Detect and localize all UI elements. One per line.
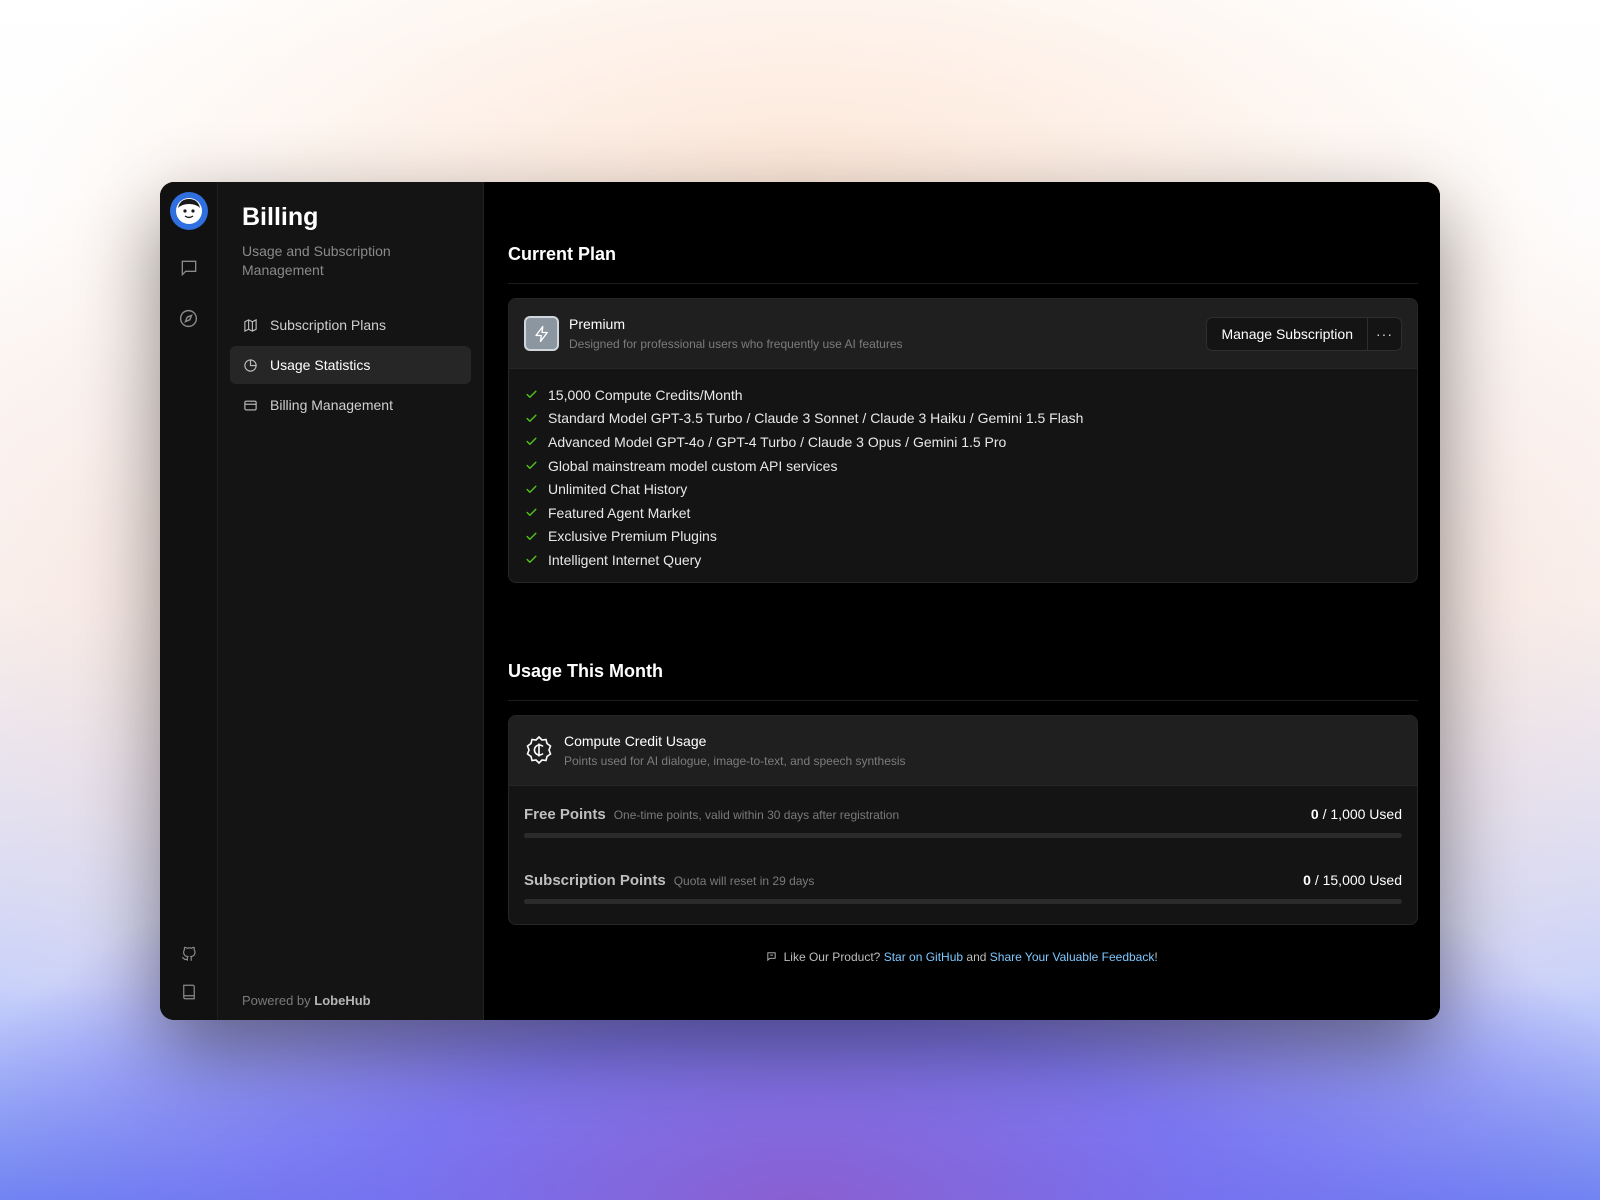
usage-total: / 15,000 Used bbox=[1310, 871, 1402, 888]
plan-card-header: Premium Designed for professional users … bbox=[509, 299, 1417, 369]
usage-progress-bar bbox=[524, 898, 1402, 904]
app-window: Billing Usage and Subscription Managemen… bbox=[160, 182, 1440, 1020]
check-icon bbox=[525, 459, 538, 472]
feedback-prefix: Like Our Product? bbox=[783, 950, 881, 964]
feature-item: 15,000 Compute Credits/Month bbox=[525, 383, 1417, 407]
feature-text: 15,000 Compute Credits/Month bbox=[548, 386, 743, 403]
sidebar-item-label: Usage Statistics bbox=[270, 357, 371, 373]
powered-by-prefix: Powered by bbox=[242, 993, 311, 1008]
message-icon bbox=[766, 951, 777, 962]
share-feedback-link[interactable]: Share Your Valuable Feedback bbox=[990, 950, 1155, 964]
check-icon bbox=[525, 483, 538, 496]
divider bbox=[508, 699, 1418, 701]
current-plan-title: Current Plan bbox=[508, 244, 617, 264]
feedback-middle: and bbox=[966, 950, 987, 964]
usage-row: Free Points One-time points, valid within… bbox=[524, 786, 1402, 838]
check-icon bbox=[525, 530, 538, 543]
feature-text: Exclusive Premium Plugins bbox=[548, 528, 717, 545]
icon-rail bbox=[160, 182, 218, 1020]
feature-item: Unlimited Chat History bbox=[525, 477, 1417, 501]
check-icon bbox=[525, 435, 538, 448]
usage-row: Subscription Points Quota will reset in 2… bbox=[524, 838, 1402, 904]
feature-item: Exclusive Premium Plugins bbox=[525, 525, 1417, 549]
avatar-face-icon bbox=[175, 198, 202, 224]
check-icon bbox=[525, 506, 538, 519]
map-icon bbox=[242, 317, 258, 333]
plan-card: Premium Designed for professional users … bbox=[508, 298, 1418, 583]
usage-card-header: Compute Credit Usage Points used for AI … bbox=[509, 715, 1417, 786]
usage-card: Compute Credit Usage Points used for AI … bbox=[508, 714, 1418, 925]
star-on-github-link[interactable]: Star on GitHub bbox=[884, 950, 963, 964]
page-subtitle: Usage and Subscription Management bbox=[242, 243, 391, 278]
usage-card-title: Compute Credit Usage bbox=[564, 732, 707, 749]
usage-used: 0 bbox=[1310, 805, 1319, 822]
feature-item: Global mainstream model custom API servi… bbox=[525, 454, 1417, 478]
sidebar-menu: Subscription Plans Usage Statistics Bill… bbox=[230, 306, 471, 426]
credit-card-icon bbox=[242, 397, 258, 413]
feature-text: Global mainstream model custom API servi… bbox=[548, 457, 838, 474]
usage-label: Free Points bbox=[524, 805, 606, 823]
sidebar-item-billing-management[interactable]: Billing Management bbox=[230, 386, 471, 424]
sidebar-item-usage-statistics[interactable]: Usage Statistics bbox=[230, 346, 471, 384]
feature-item: Standard Model GPT-3.5 Turbo / Claude 3 … bbox=[525, 407, 1417, 431]
check-icon bbox=[525, 412, 538, 425]
feature-text: Standard Model GPT-3.5 Turbo / Claude 3 … bbox=[548, 410, 1084, 427]
usage-hint: Quota will reset in 29 days bbox=[673, 873, 815, 888]
powered-by-brand[interactable]: LobeHub bbox=[314, 993, 370, 1008]
check-icon bbox=[525, 553, 538, 566]
plan-description: Designed for professional users who freq… bbox=[569, 337, 903, 351]
github-icon[interactable] bbox=[177, 942, 201, 966]
usage-total: / 1,000 Used bbox=[1318, 805, 1402, 822]
feature-item: Advanced Model GPT-4o / GPT-4 Turbo / Cl… bbox=[525, 430, 1417, 454]
usage-hint: One-time points, valid within 30 days af… bbox=[613, 807, 900, 822]
check-icon bbox=[525, 388, 538, 401]
feature-text: Featured Agent Market bbox=[548, 504, 691, 521]
credit-coin-icon bbox=[524, 735, 554, 765]
feature-list: 15,000 Compute Credits/Month Standard Mod… bbox=[509, 369, 1417, 582]
sidebar-item-subscription-plans[interactable]: Subscription Plans bbox=[230, 306, 471, 344]
main-content: Current Plan Premium Designed for profes… bbox=[484, 182, 1440, 1020]
feedback-note: Like Our Product? Star on GitHub and Sha… bbox=[484, 950, 1440, 964]
powered-by: Powered by LobeHub bbox=[230, 993, 471, 1008]
avatar[interactable] bbox=[169, 192, 208, 230]
sidebar-item-label: Billing Management bbox=[270, 397, 393, 413]
usage-card-description: Points used for AI dialogue, image-to-te… bbox=[564, 753, 906, 768]
feature-text: Intelligent Internet Query bbox=[548, 551, 702, 568]
usage-title: Usage This Month bbox=[508, 660, 664, 681]
usage-rows: Free Points One-time points, valid within… bbox=[509, 786, 1417, 924]
feedback-suffix: ! bbox=[1154, 950, 1158, 964]
chat-icon[interactable] bbox=[177, 256, 201, 280]
usage-used: 0 bbox=[1303, 871, 1311, 888]
feature-text: Advanced Model GPT-4o / GPT-4 Turbo / Cl… bbox=[548, 433, 1007, 450]
sidebar-item-label: Subscription Plans bbox=[270, 317, 386, 333]
usage-label: Subscription Points bbox=[524, 871, 666, 889]
book-icon[interactable] bbox=[177, 980, 201, 1004]
plan-name: Premium bbox=[569, 316, 626, 332]
pie-chart-icon bbox=[242, 357, 258, 373]
feature-item: Intelligent Internet Query bbox=[525, 548, 1417, 572]
divider bbox=[508, 283, 1418, 284]
feature-item: Featured Agent Market bbox=[525, 501, 1417, 525]
settings-sidebar: Billing Usage and Subscription Managemen… bbox=[218, 182, 484, 1020]
usage-count: 0 / 1,000 Used bbox=[1311, 806, 1402, 822]
usage-count: 0 / 15,000 Used bbox=[1303, 872, 1402, 888]
plan-actions: Manage Subscription ··· bbox=[1206, 316, 1402, 351]
page-title: Billing bbox=[242, 203, 319, 231]
feature-text: Unlimited Chat History bbox=[548, 481, 688, 498]
manage-subscription-button[interactable]: Manage Subscription bbox=[1207, 317, 1368, 350]
more-options-button[interactable]: ··· bbox=[1368, 318, 1401, 350]
compass-icon[interactable] bbox=[177, 306, 201, 330]
lightning-icon bbox=[524, 316, 559, 351]
